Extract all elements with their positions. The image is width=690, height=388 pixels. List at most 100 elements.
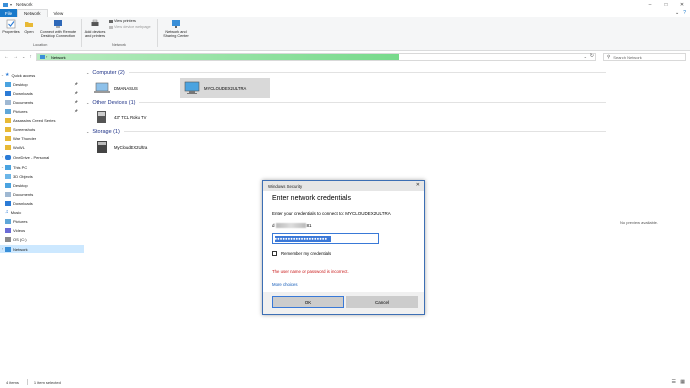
chevron-down-icon[interactable]: ⌄	[584, 54, 587, 59]
sidebar-item-network[interactable]: › Network	[0, 245, 84, 253]
sidebar-item-label: Downloads	[13, 90, 33, 96]
sidebar-item-this-pc[interactable]: ⌄ This PC	[0, 163, 84, 171]
group-divider	[128, 72, 606, 73]
remember-label: Remember my credentials	[281, 251, 332, 256]
minimize-icon[interactable]: –	[642, 0, 658, 9]
chevron-down-icon[interactable]: ⌄	[675, 10, 679, 16]
music-icon: ♫	[5, 209, 9, 215]
sharing-center-button[interactable]: Network and Sharing Center	[159, 19, 193, 38]
close-icon[interactable]: ✕	[674, 0, 690, 9]
add-devices-button[interactable]: Add devices and printers	[83, 19, 107, 38]
help-icon[interactable]: ?	[683, 10, 686, 16]
window-title: Network	[16, 2, 33, 7]
sidebar-item-wowl[interactable]: WoWL	[0, 143, 84, 151]
open-label: Open	[24, 30, 34, 34]
ok-button[interactable]: OK	[272, 296, 344, 308]
sidebar-item-videos[interactable]: Videos	[0, 226, 84, 234]
maximize-icon[interactable]: □	[658, 0, 674, 9]
sidebar-item-label: Screenshots	[13, 126, 36, 132]
sidebar-item-label: Downloads	[13, 200, 33, 206]
chevron-down-icon[interactable]: ⌄	[86, 70, 89, 75]
sidebar-item-quick-access[interactable]: ⌄ ★ Quick access	[0, 71, 84, 79]
list-item-mycloudex2ultra[interactable]: MYCLOUDEX2ULTRA	[180, 78, 270, 98]
breadcrumb[interactable]: Network	[51, 54, 66, 60]
cloud-icon	[5, 154, 11, 160]
tab-file[interactable]: File	[0, 9, 17, 17]
sidebar-item-war-thunder[interactable]: War Thunder	[0, 134, 84, 142]
group-label: Computer (2)	[92, 69, 125, 76]
network-icon	[5, 246, 11, 252]
sidebar-item-documents[interactable]: Documents 🖈	[0, 98, 84, 106]
navigation-pane: ⌄ ★ Quick access Desktop 🖈 Downloads 🖈 D…	[0, 63, 85, 376]
connect-remote-button[interactable]: Connect with Remote Desktop Connection	[37, 19, 79, 38]
pin-icon: 🖈	[74, 80, 78, 86]
tiles-view-icon[interactable]: ▦	[680, 379, 685, 385]
search-input[interactable]: ⚲ Search Network	[603, 53, 686, 61]
list-item-mycloud-storage[interactable]: MyCloudEX2Ultra	[90, 137, 178, 157]
sidebar-item-documents-pc[interactable]: Documents	[0, 190, 84, 198]
sidebar-item-3d-objects[interactable]: 3D Objects	[0, 172, 84, 180]
remember-credentials-checkbox[interactable]: Remember my credentials	[272, 251, 331, 256]
list-item-tcl-roku-tv[interactable]: 43" TCL Roku TV	[90, 107, 178, 127]
checkbox-icon[interactable]	[272, 251, 277, 256]
chevron-down-icon[interactable]: ⌄	[22, 54, 25, 60]
sidebar-item-label: Videos	[13, 227, 26, 233]
view-printers-label: View printers	[114, 19, 136, 23]
group-header-computer[interactable]: ⌄ Computer (2)	[86, 68, 606, 77]
sidebar-item-desktop[interactable]: Desktop 🖈	[0, 80, 84, 88]
tab-view[interactable]: View	[48, 9, 70, 17]
folder-icon	[5, 144, 11, 150]
view-device-webpage-button[interactable]: View device webpage	[109, 25, 151, 29]
view-device-webpage-label: View device webpage	[114, 25, 151, 29]
redacted-username	[275, 223, 306, 228]
view-printers-button[interactable]: View printers	[109, 19, 136, 23]
sidebar-item-os-c[interactable]: OS (C:)	[0, 235, 84, 243]
search-icon: ⚲	[607, 54, 611, 59]
cancel-button[interactable]: Cancel	[346, 296, 418, 308]
sidebar-item-desktop-pc[interactable]: Desktop	[0, 181, 84, 189]
sidebar-item-assassins-creed[interactable]: Assassins Creed Series	[0, 116, 84, 124]
sidebar-item-downloads-pc[interactable]: Downloads	[0, 199, 84, 207]
close-icon[interactable]: ✕	[416, 182, 420, 188]
more-choices-link[interactable]: More choices	[272, 282, 298, 287]
properties-button[interactable]: Properties	[2, 19, 20, 34]
open-button[interactable]: Open	[23, 19, 35, 34]
username-field[interactable]: d 81	[272, 223, 312, 228]
menu-bar: File Network View ⌄ ?	[0, 9, 690, 17]
tab-network[interactable]: Network	[17, 9, 48, 17]
sidebar-item-label: Desktop	[13, 81, 28, 87]
chevron-down-icon[interactable]: ⌄	[86, 129, 89, 134]
forward-arrow-icon[interactable]: →	[13, 54, 18, 60]
sharing-center-label: Network and Sharing Center	[163, 30, 189, 39]
sidebar-item-label: WoWL	[13, 144, 25, 150]
sidebar-item-screenshots[interactable]: Screenshots	[0, 125, 84, 133]
sidebar-item-onedrive[interactable]: › OneDrive - Personal	[0, 153, 84, 161]
chevron-down-icon[interactable]: ▾	[10, 2, 12, 7]
group-header-other[interactable]: ⌄ Other Devices (1)	[86, 98, 606, 107]
password-field[interactable]: ●●●●●●●●●●●●●●●●●●●●	[272, 233, 379, 244]
printer-icon	[91, 19, 99, 26]
credentials-dialog: Windows Security ✕ Enter network credent…	[262, 180, 425, 315]
password-mask: ●●●●●●●●●●●●●●●●●●●●	[274, 235, 331, 242]
group-label: Storage (1)	[92, 128, 120, 135]
sidebar-item-pictures-pc[interactable]: Pictures	[0, 217, 84, 225]
details-view-icon[interactable]: ☰	[672, 379, 676, 385]
sidebar-item-music[interactable]: ♫ Music	[0, 208, 84, 216]
up-arrow-icon[interactable]: ↑	[29, 54, 32, 60]
location-group-label: Location	[33, 43, 48, 47]
address-bar[interactable]: › Network ⌄ ↻	[36, 53, 596, 61]
sidebar-item-downloads[interactable]: Downloads 🖈	[0, 89, 84, 97]
cube-icon	[5, 173, 11, 179]
back-arrow-icon[interactable]: ←	[4, 54, 9, 60]
list-item-dmanasus[interactable]: DMANASUS	[90, 78, 178, 98]
refresh-icon[interactable]: ↻	[590, 53, 594, 59]
preview-pane: No preview available.	[607, 63, 690, 376]
network-group-label: Network	[112, 43, 126, 47]
chevron-down-icon[interactable]: ⌄	[86, 100, 89, 105]
sidebar-item-pictures[interactable]: Pictures 🖈	[0, 107, 84, 115]
pictures-icon	[5, 218, 11, 224]
sidebar-item-label: Documents	[13, 99, 34, 105]
sidebar-item-label: Music	[10, 209, 22, 215]
group-header-storage[interactable]: ⌄ Storage (1)	[86, 127, 606, 136]
group-divider	[139, 102, 606, 103]
